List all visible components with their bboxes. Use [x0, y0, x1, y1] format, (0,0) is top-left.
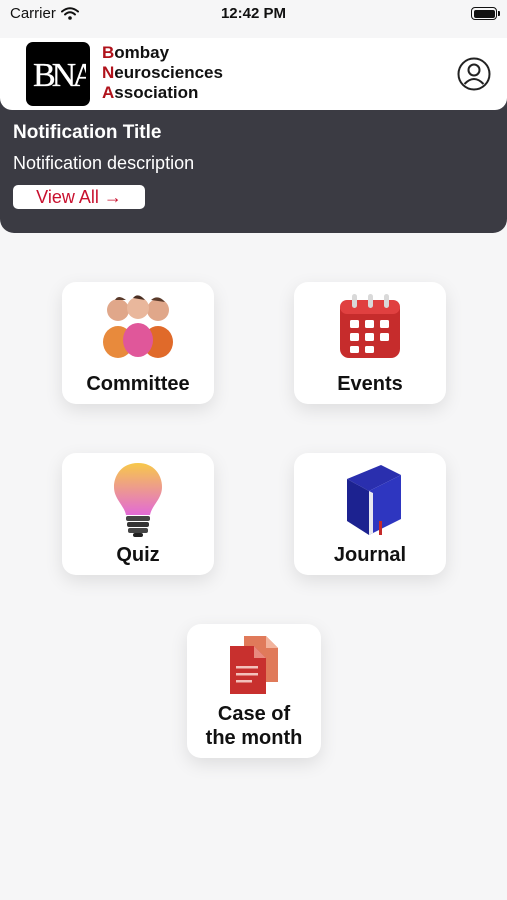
committee-label: Committee	[86, 373, 190, 395]
logo-line-neurosciences: Neurosciences	[102, 63, 223, 82]
events-label: Events	[337, 373, 403, 395]
quiz-label: Quiz	[116, 544, 160, 566]
committee-tile[interactable]: Committee	[62, 282, 214, 404]
notification-description: Notification description	[13, 153, 195, 173]
journal-tile[interactable]: Journal	[294, 453, 446, 575]
lightbulb-icon	[114, 463, 162, 537]
view-all-label: View All	[36, 186, 99, 207]
notification-title: Notification Title	[13, 122, 162, 143]
app-header: BNA Bombay Neurosciences Association	[0, 38, 507, 110]
case-label-line-2: the month	[205, 727, 303, 749]
document-icon	[230, 636, 278, 694]
svg-text:BNA: BNA	[33, 57, 86, 94]
people-icon	[103, 295, 173, 358]
status-bar: Carrier 12:42 PM	[0, 0, 507, 30]
calendar-icon	[340, 294, 400, 358]
case-label-line-1: Case of	[217, 703, 291, 725]
logo-line-association: Association	[102, 83, 199, 102]
quiz-tile[interactable]: Quiz	[62, 453, 214, 575]
battery-icon	[471, 7, 500, 20]
arrow-right-icon: →	[103, 186, 122, 207]
status-time: 12:42 PM	[220, 5, 287, 22]
profile-icon[interactable]	[457, 57, 491, 91]
case-of-the-month-label: Case of the month	[206, 702, 303, 750]
logo-text: Bombay Neurosciences Association	[102, 43, 223, 103]
logo-line-bombay: Bombay	[102, 43, 170, 62]
journal-label: Journal	[333, 544, 407, 566]
book-icon	[347, 465, 401, 535]
view-all-button[interactable]: View All →	[13, 185, 145, 209]
logo-mark: BNA	[26, 42, 90, 106]
events-tile[interactable]: Events	[294, 282, 446, 404]
case-of-the-month-tile[interactable]: Case of the month	[187, 624, 321, 758]
